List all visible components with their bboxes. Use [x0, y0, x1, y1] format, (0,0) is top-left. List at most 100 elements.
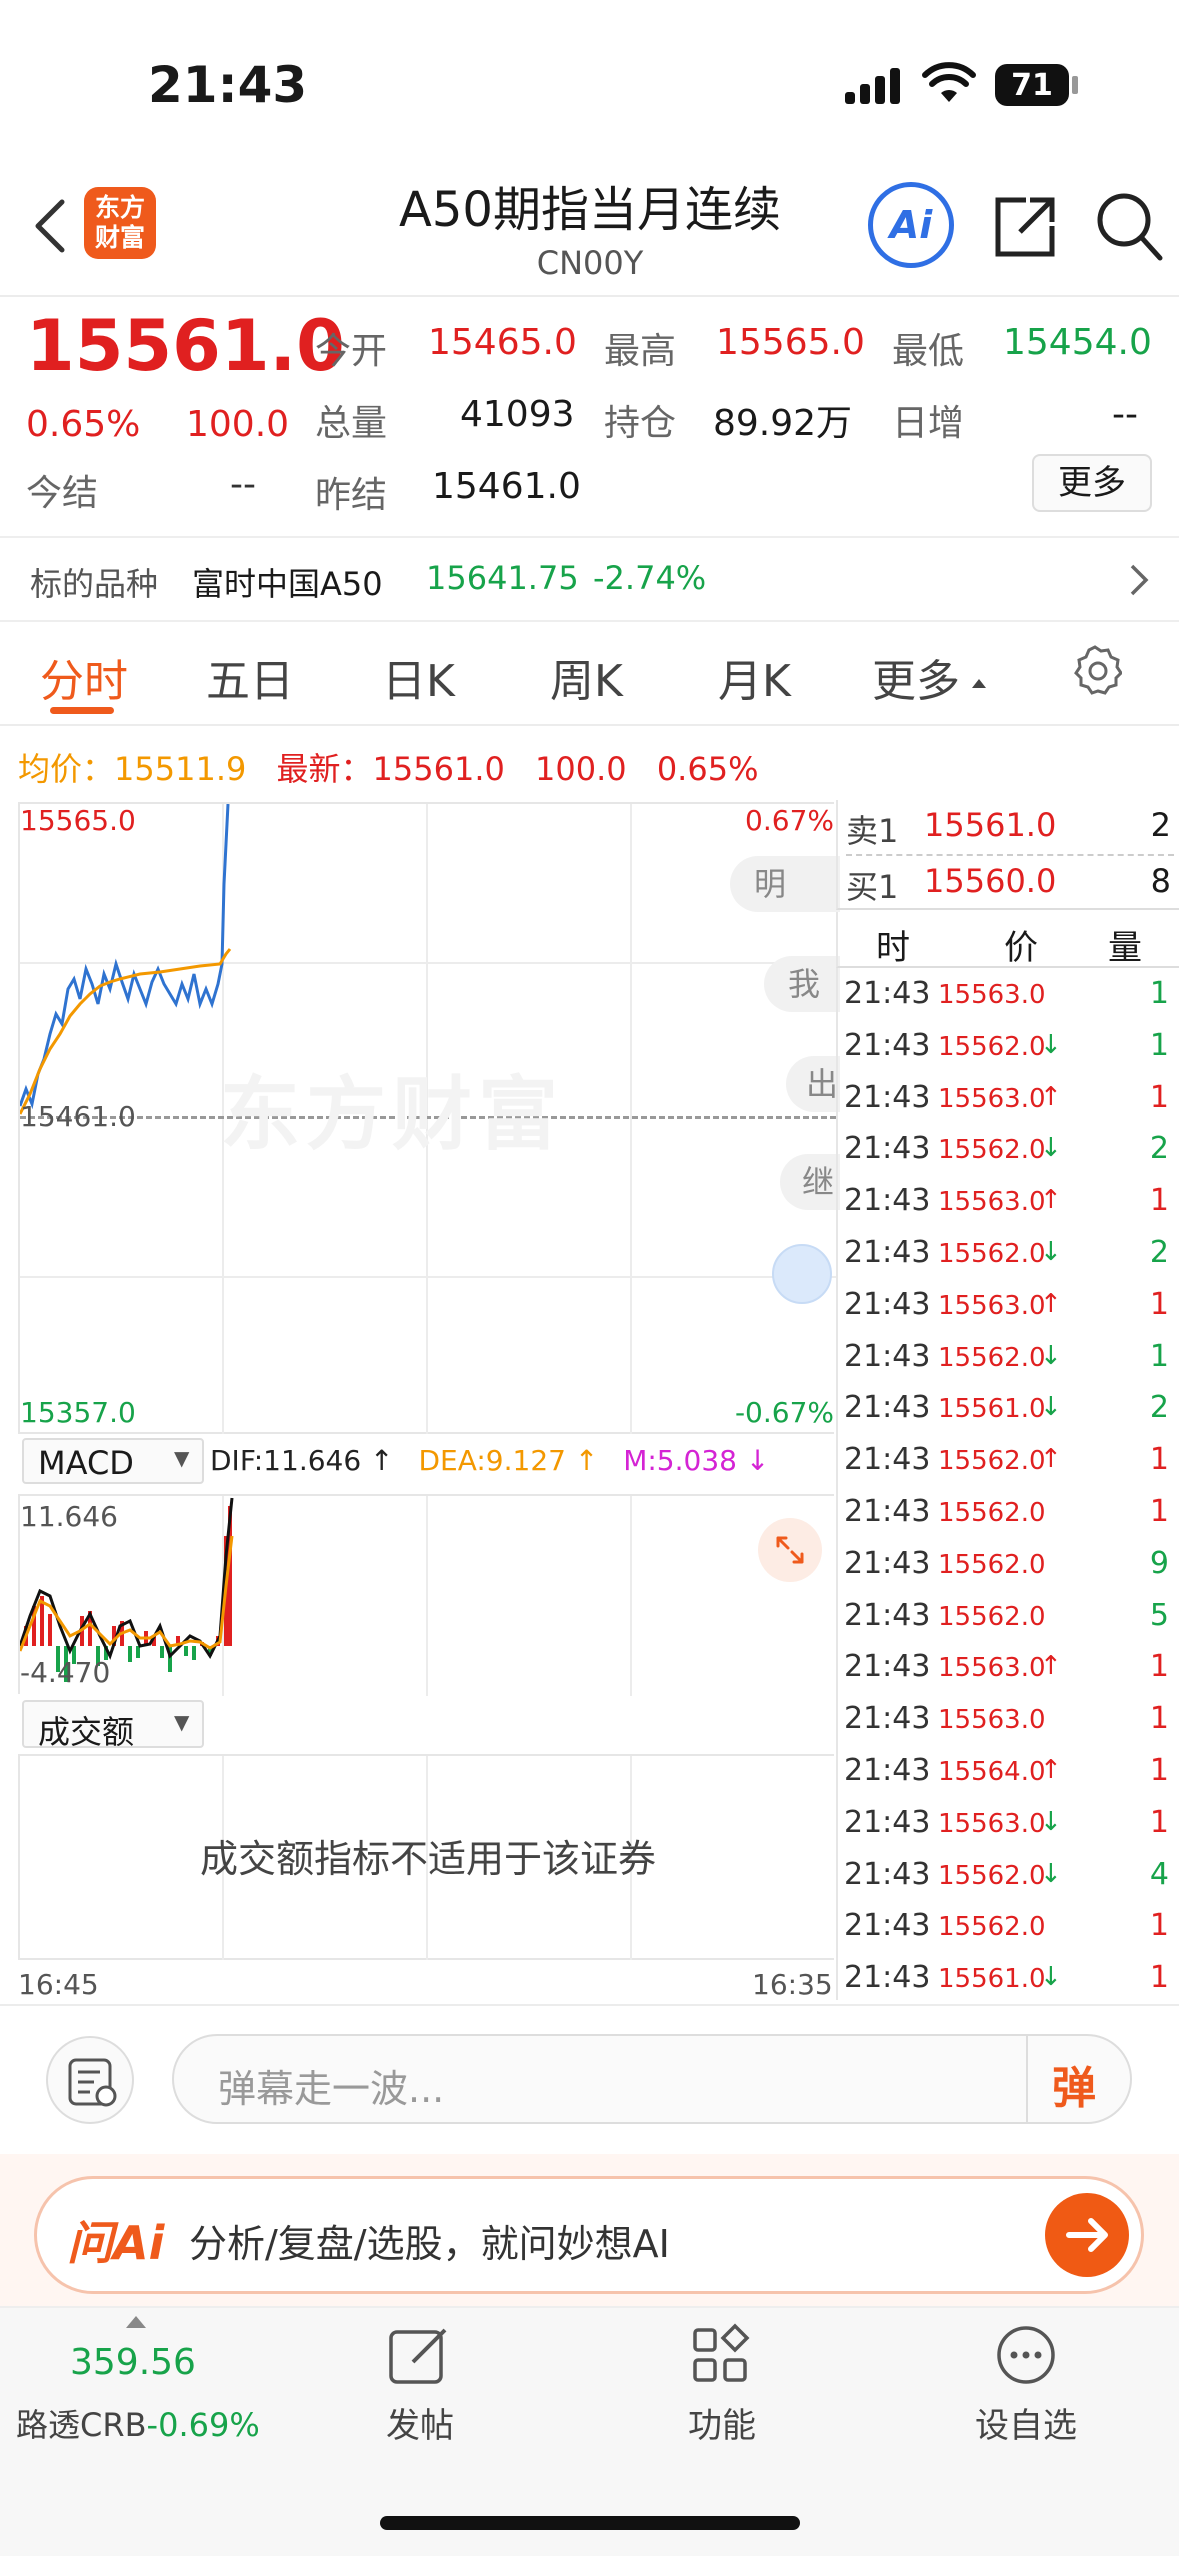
- tick-price: 15562.0: [938, 1860, 1046, 1891]
- ticker-row[interactable]: 路透CRB-0.69%: [16, 2400, 260, 2446]
- tab-daily-k[interactable]: 日K: [382, 645, 455, 709]
- macd-svg: [20, 1497, 234, 1682]
- tick-qty: 1: [1149, 1753, 1169, 1788]
- low-label: 最低: [892, 331, 965, 372]
- intraday-chart[interactable]: 东方财富 15565.0 0.67% 15461.0 15357.0 -0.67…: [18, 802, 840, 1434]
- danmaku-input[interactable]: 弹幕走一波... 弹: [172, 2034, 1132, 2124]
- tick-time: 21:43: [844, 1235, 931, 1270]
- info-line: 均价：15511.9 最新：15561.0 100.0 0.65%: [18, 744, 758, 790]
- tick-price: 15562.0: [938, 1342, 1046, 1373]
- tick-qty: 1: [1149, 1804, 1169, 1840]
- gear-icon[interactable]: [1068, 643, 1123, 701]
- tick-time: 21:43: [844, 1960, 931, 1996]
- battery-tip: [1072, 76, 1078, 94]
- rabbit-avatar-icon[interactable]: [772, 1244, 832, 1304]
- tick-time: 21:43: [844, 976, 931, 1011]
- functions-label: 功能: [688, 2406, 756, 2446]
- tick-price: 15563.0: [938, 1705, 1046, 1736]
- daily-inc-value: --: [1112, 394, 1138, 435]
- tick-time: 21:43: [844, 1908, 931, 1944]
- functions-nav-item[interactable]: 功能: [672, 2322, 772, 2452]
- latest-change: 100.0: [535, 750, 627, 788]
- danmaku-bubble: 我有: [764, 956, 840, 1012]
- arrow-down-icon: ↓: [1040, 1340, 1062, 1371]
- tab-intraday[interactable]: 分时: [40, 645, 128, 709]
- tick-time: 21:43: [844, 1597, 931, 1633]
- ticks-header-price: 价: [1004, 928, 1038, 968]
- tab-active-indicator: [50, 707, 114, 714]
- tick-price: 15561.0: [938, 1964, 1046, 1995]
- wifi-icon: [922, 62, 976, 108]
- ticks-list[interactable]: 21:43 15563.0 1 21:43 15562.0 ↓ 1 21:43 15563.0 ↑…: [836, 968, 1179, 2000]
- tick-price: 15562.0: [938, 1498, 1046, 1528]
- back-button[interactable]: [26, 196, 76, 256]
- tick-row: 21:43 15564.0 ↑ 1: [838, 1745, 1179, 1797]
- chart-top-price: 15565.0: [20, 804, 136, 837]
- share-icon[interactable]: [990, 192, 1060, 266]
- tick-price: 15563.0: [938, 1290, 1046, 1321]
- ticks-header-qty: 量: [1108, 928, 1142, 968]
- more-button[interactable]: 更多: [1032, 454, 1152, 512]
- arrow-up-icon: ↑: [1040, 1185, 1062, 1216]
- macd-bottom-value: -4.470: [20, 1656, 111, 1689]
- turnover-selector[interactable]: 成交额 ▼: [22, 1700, 204, 1751]
- tick-row: 21:43 15563.0 ↓ 1: [838, 1797, 1179, 1849]
- tick-time: 21:43: [844, 1649, 931, 1685]
- notes-icon-button[interactable]: [46, 2036, 134, 2124]
- arrow-down-icon: ↓: [1040, 1858, 1062, 1889]
- tick-price: 15561.0: [938, 1394, 1046, 1425]
- tick-row: 21:43 15563.0 ↑ 1: [838, 1641, 1179, 1693]
- macd-dif: DIF:11.646 ↑: [210, 1444, 394, 1477]
- ticker-up-icon: [126, 2316, 146, 2328]
- latest-pct: 0.65%: [656, 750, 759, 788]
- volume-label: 总量: [315, 403, 388, 444]
- tab-weekly-k[interactable]: 周K: [550, 645, 623, 709]
- bid1-price: 15560.0: [924, 862, 1057, 900]
- danmaku-toggle-button[interactable]: 弹: [1052, 2052, 1096, 2116]
- signal-icon: [845, 66, 905, 106]
- price-line: [20, 804, 230, 1110]
- expand-icon[interactable]: [758, 1518, 822, 1582]
- tick-qty: 1: [1149, 1338, 1169, 1374]
- status-time: 21:43: [148, 56, 308, 114]
- daily-inc-label: 日增: [892, 403, 965, 444]
- tick-qty: 1: [1149, 976, 1169, 1011]
- underlying-pct: -2.74%: [593, 559, 707, 597]
- tick-row: 21:43 15562.0 9: [838, 1538, 1179, 1590]
- ai-ask-bar[interactable]: 问Ai 分析/复盘/选股，就问妙想AI: [34, 2176, 1144, 2294]
- tick-time: 21:43: [844, 1131, 931, 1167]
- tick-price: 15563.0: [938, 1808, 1046, 1839]
- high-value: 15565.0: [716, 322, 865, 363]
- page-title: A50期指当月连续: [399, 182, 781, 238]
- ticker-value[interactable]: 359.56: [70, 2342, 196, 2383]
- macd-selector[interactable]: MACD ▼: [22, 1438, 204, 1484]
- search-icon[interactable]: [1094, 190, 1164, 266]
- tick-row: 21:43 15562.0 ↓ 2: [838, 1123, 1179, 1175]
- tick-row: 21:43 15563.0 ↑ 1: [838, 1279, 1179, 1331]
- tick-time: 21:43: [844, 1701, 931, 1737]
- ai-button[interactable]: Ai: [868, 182, 954, 268]
- watchlist-nav-item[interactable]: 设自选: [966, 2322, 1086, 2452]
- ai-button-label: Ai: [889, 203, 933, 247]
- time-axis-end: 16:35: [752, 1968, 833, 2001]
- tab-more[interactable]: 更多: [872, 645, 960, 709]
- arrow-right-icon[interactable]: [1045, 2193, 1129, 2277]
- tick-time: 21:43: [844, 1027, 931, 1063]
- arrow-up-icon: ↑: [1040, 1755, 1062, 1785]
- underlying-row[interactable]: [0, 536, 1179, 622]
- arrow-down-icon: ↓: [1040, 1029, 1062, 1060]
- ticker-pct: -0.69%: [146, 2406, 260, 2444]
- logo-text-line2: 财富: [94, 223, 145, 252]
- post-nav-item[interactable]: 发帖: [370, 2322, 470, 2452]
- tab-five-day[interactable]: 五日: [206, 645, 294, 709]
- bid1-label: 买1: [846, 868, 899, 906]
- tick-row: 21:43 15563.0 ↑ 1: [838, 1175, 1179, 1227]
- battery-icon: 71: [995, 64, 1069, 106]
- turnover-chart: 成交额指标不适用于该证券: [18, 1754, 834, 1960]
- tick-row: 21:43 15562.0 ↓ 2: [838, 1227, 1179, 1279]
- underlying-price: 15641.75: [426, 559, 579, 597]
- caret-down-icon: ▼: [174, 1710, 190, 1734]
- open-label: 今开: [315, 331, 388, 372]
- tab-monthly-k[interactable]: 月K: [718, 645, 791, 709]
- logo-text-line1: 东方: [94, 193, 145, 222]
